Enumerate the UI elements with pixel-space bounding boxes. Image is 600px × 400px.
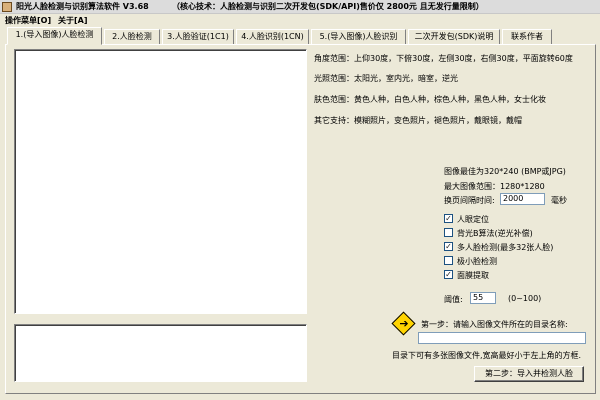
menu-about[interactable]: 关于[A] bbox=[58, 15, 88, 26]
threshold-input[interactable]: 55 bbox=[470, 292, 496, 304]
threshold-range: (0~100) bbox=[508, 294, 542, 303]
check-icon: ✓ bbox=[445, 214, 452, 223]
backlight-label: 背光B算法(逆光补偿) bbox=[457, 229, 533, 238]
title-bar: 阳光人脸检测与识别算法软件 V3.68 （核心技术：人脸检测与识别二次开发包(S… bbox=[0, 0, 600, 14]
eye-location-checkbox[interactable]: ✓ bbox=[444, 214, 453, 223]
eye-location-label: 人眼定位 bbox=[457, 215, 489, 224]
interval-input[interactable]: 2000 bbox=[500, 193, 545, 205]
tab-face-detect[interactable]: 2.人脸检测 bbox=[104, 29, 160, 44]
best-size-text: 图像最佳为320*240 (BMP或JPG) bbox=[444, 167, 566, 176]
face-mask-label: 面膜提取 bbox=[457, 271, 489, 280]
tab-import-detect[interactable]: 1.(导入图像)人脸检测 bbox=[7, 27, 102, 45]
tab-contact[interactable]: 联系作者 bbox=[502, 29, 552, 44]
threshold-label: 阈值: bbox=[444, 295, 463, 304]
multi-face-label: 多人脸检测(最多32张人脸) bbox=[457, 243, 554, 252]
max-size-text: 最大图像范围：1280*1280 bbox=[444, 182, 545, 191]
step1-label: 第一步：请输入图像文件所在的目录名称: bbox=[421, 320, 568, 329]
backlight-checkbox[interactable] bbox=[444, 228, 453, 237]
face-mask-checkbox[interactable]: ✓ bbox=[444, 270, 453, 279]
main-image-box bbox=[14, 49, 307, 314]
check-icon: ✓ bbox=[445, 270, 452, 279]
app-icon bbox=[2, 2, 12, 12]
tab-face-identify[interactable]: 4.人脸识别(1CN) bbox=[236, 29, 309, 44]
angle-range-text: 角度范围：上仰30度，下俯30度，左侧30度，右侧30度，平面旋转60度 bbox=[314, 54, 573, 63]
title-banner: （核心技术：人脸检测与识别二次开发包(SDK/API)售价仅 2800元 且无发… bbox=[172, 2, 484, 11]
directory-input[interactable] bbox=[418, 332, 586, 344]
import-detect-button[interactable]: 第二步：导入并检测人脸 bbox=[474, 366, 584, 382]
check-icon: ✓ bbox=[445, 242, 452, 251]
thumbnail-image-box bbox=[14, 324, 307, 382]
interval-label: 换页间隔时间: bbox=[444, 196, 495, 205]
window-title: 阳光人脸检测与识别算法软件 V3.68 bbox=[16, 2, 149, 11]
light-range-text: 光照范围：太阳光，室内光，暗室，逆光 bbox=[314, 74, 458, 83]
interval-unit: 毫秒 bbox=[551, 196, 567, 205]
tab-import-identify[interactable]: 5.(导入图像)人脸识别 bbox=[311, 29, 406, 44]
menu-operations[interactable]: 操作菜单[O] bbox=[5, 15, 51, 26]
tab-sdk-info[interactable]: 二次开发包(SDK)说明 bbox=[408, 29, 500, 44]
tiny-face-checkbox[interactable] bbox=[444, 256, 453, 265]
tab-face-verify[interactable]: 3.人脸验证(1C1) bbox=[162, 29, 234, 44]
menu-bar: 操作菜单[O] 关于[A] bbox=[0, 14, 600, 28]
arrow-glyph: ➔ bbox=[399, 317, 409, 330]
other-support-text: 其它支持：模糊照片，变色照片，褪色照片，戴眼镜，戴帽 bbox=[314, 116, 522, 125]
skin-range-text: 肤色范围：黄色人种，白色人种，棕色人种，黑色人种，女士化妆 bbox=[314, 95, 546, 104]
multi-face-checkbox[interactable]: ✓ bbox=[444, 242, 453, 251]
directory-note: 目录下可有多张图像文件,宽高最好小于左上角的方框. bbox=[392, 351, 582, 360]
tiny-face-label: 极小脸检测 bbox=[457, 257, 497, 266]
